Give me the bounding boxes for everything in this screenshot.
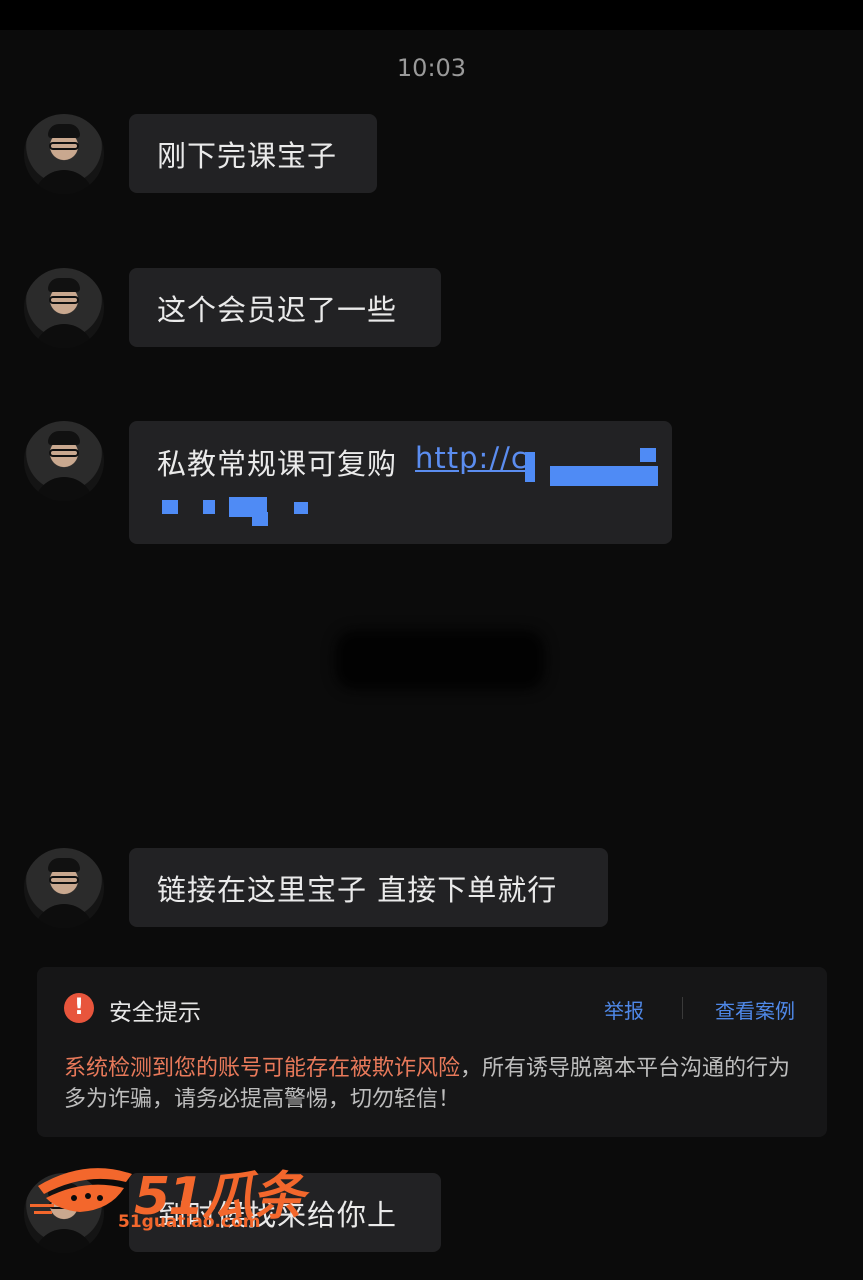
avatar-hair	[48, 858, 80, 872]
redaction-pixel	[550, 466, 658, 486]
avatar-glasses	[49, 449, 79, 457]
alert-body: 系统检测到您的账号可能存在被欺诈风险，所有诱导脱离本平台沟通的行为多为诈骗，请务…	[64, 1053, 804, 1115]
redacted-message	[335, 630, 545, 690]
report-button[interactable]: 举报	[604, 995, 644, 1024]
avatar-glasses	[49, 142, 79, 150]
security-alert-card: ! 安全提示 举报 查看案例 系统检测到您的账号可能存在被欺诈风险，所有诱导脱离…	[37, 967, 827, 1137]
avatar-hair	[48, 124, 80, 138]
message-bubble[interactable]: 刚下完课宝子	[129, 114, 377, 193]
status-bar	[0, 0, 863, 30]
avatar-shirt	[34, 324, 94, 348]
redaction-pixel	[203, 500, 215, 514]
message-text: 链接在这里宝子 直接下单就行	[157, 872, 558, 907]
message-link[interactable]: http://c	[415, 441, 528, 475]
view-cases-button[interactable]: 查看案例	[715, 995, 795, 1024]
message-text: 私教常规课可复购	[157, 447, 398, 481]
message-text: 这个会员迟了一些	[157, 292, 398, 327]
redaction-pixel	[252, 512, 268, 526]
message-bubble[interactable]: 链接在这里宝子 直接下单就行	[129, 848, 608, 927]
avatar-shirt	[34, 477, 94, 501]
avatar-shirt	[34, 904, 94, 928]
redaction-pixel	[294, 502, 308, 514]
alert-title: 安全提示	[109, 1000, 201, 1026]
avatar-glasses	[49, 296, 79, 304]
watermark: 51瓜条 51guatiao.com	[30, 1148, 330, 1238]
message-timestamp: 10:03	[396, 54, 467, 82]
watermark-url: 51guatiao.com	[118, 1212, 261, 1232]
avatar-shirt	[34, 170, 94, 194]
exclamation-icon: !	[64, 993, 94, 1023]
sender-avatar[interactable]	[24, 848, 104, 928]
avatar-hair	[48, 431, 80, 445]
avatar-hair	[48, 278, 80, 292]
message-text: 刚下完课宝子	[157, 138, 338, 173]
divider	[682, 997, 683, 1019]
sender-avatar[interactable]	[24, 114, 104, 194]
alert-warning-text: 系统检测到您的账号可能存在被欺诈风险	[64, 1056, 461, 1081]
redaction-pixel	[162, 500, 178, 514]
sender-avatar[interactable]	[24, 268, 104, 348]
avatar-glasses	[49, 876, 79, 884]
redaction-pixel	[525, 452, 535, 482]
sender-avatar[interactable]	[24, 421, 104, 501]
message-bubble[interactable]: 这个会员迟了一些	[129, 268, 441, 347]
redaction-pixel	[640, 448, 656, 462]
